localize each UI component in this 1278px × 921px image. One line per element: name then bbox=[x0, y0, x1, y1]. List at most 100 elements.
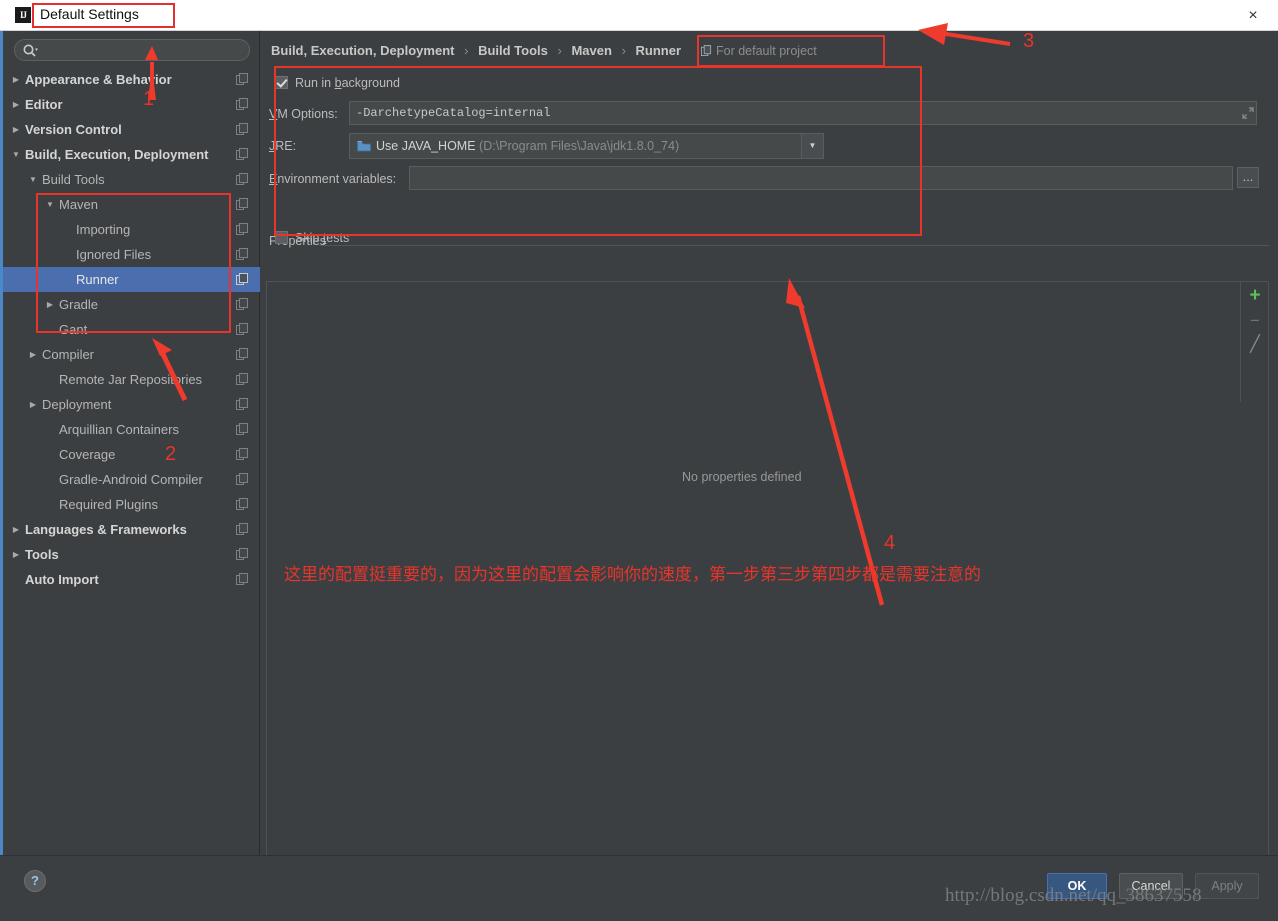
chevron-down-icon[interactable]: ▼ bbox=[9, 142, 23, 167]
window-title: Default Settings bbox=[40, 6, 139, 22]
sidebar-item-ignored-files[interactable]: Ignored Files bbox=[3, 242, 260, 267]
add-property-button[interactable]: + bbox=[1246, 286, 1264, 305]
sidebar-item-languages-frameworks[interactable]: ▶ Languages & Frameworks bbox=[3, 517, 260, 542]
chevron-right-icon[interactable]: ▶ bbox=[9, 517, 23, 542]
sidebar-item-label: Importing bbox=[76, 222, 131, 237]
chevron-right-icon[interactable]: ▶ bbox=[26, 342, 40, 367]
section-divider bbox=[319, 245, 1269, 246]
sidebar-item-runner[interactable]: Runner bbox=[3, 267, 260, 292]
settings-main-panel: Build, Execution, Deployment › Build Too… bbox=[261, 31, 1278, 861]
copy-settings-icon[interactable] bbox=[236, 298, 248, 310]
sidebar-item-required-plugins[interactable]: Required Plugins bbox=[3, 492, 260, 517]
sidebar-item-maven[interactable]: ▼ Maven bbox=[3, 192, 260, 217]
copy-settings-icon[interactable] bbox=[236, 248, 248, 260]
environment-variables-input[interactable] bbox=[409, 166, 1233, 190]
chevron-down-icon[interactable]: ▼ bbox=[26, 167, 40, 192]
copy-settings-icon[interactable] bbox=[236, 148, 248, 160]
copy-settings-icon[interactable] bbox=[236, 323, 248, 335]
search-icon bbox=[23, 44, 38, 57]
copy-settings-icon[interactable] bbox=[236, 423, 248, 435]
skip-tests-checkbox[interactable] bbox=[275, 231, 288, 244]
copy-settings-icon[interactable] bbox=[236, 523, 248, 535]
sidebar-item-build-execution-deployment[interactable]: ▼ Build, Execution, Deployment bbox=[3, 142, 260, 167]
settings-tree: ▶ Appearance & Behavior ▶ Editor ▶ Version Co… bbox=[3, 67, 260, 592]
remove-property-button[interactable]: − bbox=[1246, 312, 1264, 330]
sidebar-item-build-tools[interactable]: ▼ Build Tools bbox=[3, 167, 260, 192]
sidebar-item-label: Runner bbox=[76, 272, 119, 287]
copy-settings-icon[interactable] bbox=[236, 348, 248, 360]
chevron-right-icon[interactable]: ▶ bbox=[9, 92, 23, 117]
help-button[interactable]: ? bbox=[24, 870, 46, 892]
properties-list-panel[interactable]: No properties defined + − ╱ bbox=[266, 281, 1269, 861]
sidebar-item-compiler[interactable]: ▶ Compiler bbox=[3, 342, 260, 367]
sidebar-item-label: Gant bbox=[59, 322, 88, 337]
copy-settings-icon[interactable] bbox=[236, 123, 248, 135]
sidebar-item-auto-import[interactable]: Auto Import bbox=[3, 567, 260, 592]
copy-settings-icon[interactable] bbox=[236, 273, 248, 285]
app-logo-icon: IJ bbox=[15, 7, 31, 23]
sidebar-item-appearance-behavior[interactable]: ▶ Appearance & Behavior bbox=[3, 67, 260, 92]
chevron-right-icon[interactable]: ▶ bbox=[9, 542, 23, 567]
copy-settings-icon[interactable] bbox=[236, 473, 248, 485]
copy-settings-icon[interactable] bbox=[236, 73, 248, 85]
jre-combobox[interactable]: Use JAVA_HOME (D:\Program Files\Java\jdk… bbox=[349, 133, 824, 159]
no-properties-message: No properties defined bbox=[682, 470, 802, 484]
environment-variables-browse-button[interactable]: ... bbox=[1237, 167, 1259, 188]
sidebar-item-coverage[interactable]: Coverage bbox=[3, 442, 260, 467]
chevron-down-icon[interactable]: ▼ bbox=[801, 134, 823, 158]
copy-settings-icon[interactable] bbox=[236, 223, 248, 235]
vm-options-input[interactable]: -DarchetypeCatalog=internal bbox=[349, 101, 1257, 125]
edit-property-button[interactable]: ╱ bbox=[1246, 336, 1264, 354]
sidebar-item-importing[interactable]: Importing bbox=[3, 217, 260, 242]
chevron-right-icon[interactable]: ▶ bbox=[9, 67, 23, 92]
sidebar-item-label: Remote Jar Repositories bbox=[59, 372, 203, 387]
sidebar-item-gant[interactable]: Gant bbox=[3, 317, 260, 342]
sidebar-item-label: Compiler bbox=[42, 347, 95, 362]
sidebar-item-label: Build Tools bbox=[42, 172, 105, 187]
expand-icon[interactable] bbox=[1241, 106, 1255, 120]
sidebar-item-gradle[interactable]: ▶ Gradle bbox=[3, 292, 260, 317]
sidebar-item-label: Build, Execution, Deployment bbox=[25, 147, 209, 162]
copy-settings-icon[interactable] bbox=[236, 173, 248, 185]
copy-settings-icon[interactable] bbox=[236, 398, 248, 410]
title-bar: IJ Default Settings × bbox=[0, 0, 1278, 31]
breadcrumb-part-0[interactable]: Build, Execution, Deployment bbox=[271, 43, 454, 58]
copy-settings-icon[interactable] bbox=[236, 98, 248, 110]
apply-button[interactable]: Apply bbox=[1195, 873, 1259, 899]
sidebar-item-arquillian-containers[interactable]: Arquillian Containers bbox=[3, 417, 260, 442]
breadcrumb-part-3[interactable]: Runner bbox=[636, 43, 682, 58]
copy-settings-icon[interactable] bbox=[236, 373, 248, 385]
sidebar-item-label: Appearance & Behavior bbox=[25, 72, 172, 87]
sidebar-item-deployment[interactable]: ▶ Deployment bbox=[3, 392, 260, 417]
environment-variables-label: Environment variables: bbox=[269, 172, 397, 186]
copy-settings-icon[interactable] bbox=[236, 498, 248, 510]
search-field[interactable] bbox=[14, 39, 250, 61]
breadcrumb-separator: › bbox=[464, 43, 469, 58]
sidebar-item-remote-jar-repositories[interactable]: Remote Jar Repositories bbox=[3, 367, 260, 392]
settings-dialog: IJ Default Settings × ▶ Appearance & Beha… bbox=[0, 0, 1278, 921]
breadcrumb-part-1[interactable]: Build Tools bbox=[478, 43, 548, 58]
copy-settings-icon[interactable] bbox=[236, 448, 248, 460]
sidebar-item-label: Languages & Frameworks bbox=[25, 522, 187, 537]
search-input[interactable] bbox=[45, 42, 247, 60]
close-icon[interactable]: × bbox=[1236, 4, 1270, 28]
sidebar-item-gradle-android-compiler[interactable]: Gradle-Android Compiler bbox=[3, 467, 260, 492]
run-in-background-checkbox[interactable] bbox=[275, 76, 288, 89]
sidebar-item-tools[interactable]: ▶ Tools bbox=[3, 542, 260, 567]
chevron-right-icon[interactable]: ▶ bbox=[26, 392, 40, 417]
sidebar-item-label: Gradle-Android Compiler bbox=[59, 472, 203, 487]
chevron-right-icon[interactable]: ▶ bbox=[9, 117, 23, 142]
copy-settings-icon[interactable] bbox=[236, 198, 248, 210]
skip-tests-label: Skip tests bbox=[295, 231, 350, 245]
breadcrumb-part-2[interactable]: Maven bbox=[571, 43, 611, 58]
sidebar-item-version-control[interactable]: ▶ Version Control bbox=[3, 117, 260, 142]
sidebar-item-label: Gradle bbox=[59, 297, 99, 312]
copy-settings-icon[interactable] bbox=[236, 573, 248, 585]
copy-settings-icon[interactable] bbox=[236, 548, 248, 560]
chevron-right-icon[interactable]: ▶ bbox=[43, 292, 57, 317]
scope-badge-label: For default project bbox=[716, 44, 817, 58]
project-scope-icon bbox=[701, 45, 712, 56]
scope-badge[interactable]: For default project bbox=[698, 41, 876, 61]
sidebar-item-editor[interactable]: ▶ Editor bbox=[3, 92, 260, 117]
chevron-down-icon[interactable]: ▼ bbox=[43, 192, 57, 217]
